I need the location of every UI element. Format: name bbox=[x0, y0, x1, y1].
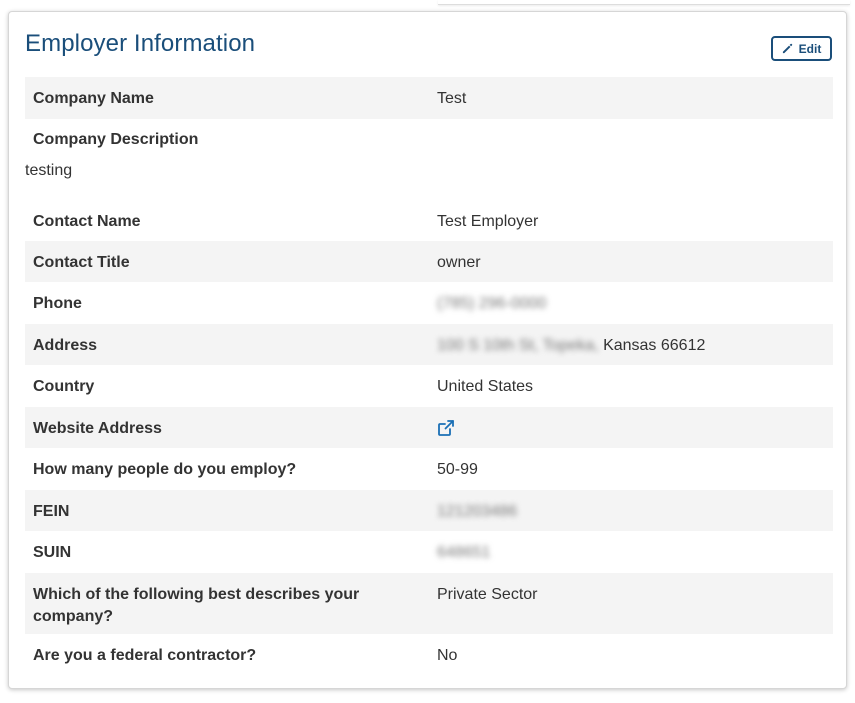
contact-name-label: Contact Name bbox=[33, 213, 141, 230]
address-label: Address bbox=[33, 337, 98, 354]
suin-value-cell: 648651 bbox=[437, 531, 833, 573]
employer-information-card: Employer Information Edit Company Name T… bbox=[8, 11, 847, 689]
sector-value: Private Sector bbox=[437, 586, 538, 603]
pencil-icon bbox=[782, 43, 793, 54]
federal-contractor-value: No bbox=[437, 647, 458, 664]
company-description-label: Company Description bbox=[33, 131, 199, 148]
contact-name-value: Test Employer bbox=[437, 213, 539, 230]
edit-button[interactable]: Edit bbox=[771, 36, 832, 61]
sector-label: Which of the following best describes yo… bbox=[33, 586, 360, 625]
fein-value: 121203486 bbox=[437, 503, 518, 520]
address-value-cell: 100 S 10th St, Topeka, Kansas 66612 bbox=[437, 324, 833, 365]
row-address: Address 100 S 10th St, Topeka, Kansas 66… bbox=[25, 324, 833, 365]
row-contact-name: Contact Name Test Employer bbox=[25, 200, 833, 241]
row-company-description: Company Description testing bbox=[25, 119, 833, 200]
row-sector: Which of the following best describes yo… bbox=[25, 573, 833, 634]
country-value: United States bbox=[437, 378, 534, 395]
row-contact-title: Contact Title owner bbox=[25, 241, 833, 282]
row-country: Country United States bbox=[25, 365, 833, 407]
employees-label: How many people do you employ? bbox=[33, 461, 297, 478]
row-suin: SUIN 648651 bbox=[25, 531, 833, 573]
row-website: Website Address bbox=[25, 407, 833, 448]
card-title: Employer Information bbox=[25, 30, 256, 57]
contact-title-label: Contact Title bbox=[33, 254, 130, 271]
phone-value-cell: (785) 296-0000 bbox=[437, 282, 833, 324]
address-state-zip: Kansas 66612 bbox=[603, 337, 706, 354]
website-label: Website Address bbox=[33, 420, 162, 437]
contact-title-value: owner bbox=[437, 254, 481, 271]
address-street-city: 100 S 10th St, Topeka, bbox=[437, 337, 599, 354]
company-name-value: Test bbox=[437, 90, 467, 107]
website-value-cell bbox=[437, 407, 833, 448]
edit-button-label: Edit bbox=[798, 41, 822, 56]
row-phone: Phone (785) 296-0000 bbox=[25, 282, 833, 324]
phone-label: Phone bbox=[33, 295, 82, 312]
employer-details: Company Name Test Company Description te… bbox=[25, 77, 833, 674]
company-name-label: Company Name bbox=[33, 90, 154, 107]
suin-value: 648651 bbox=[437, 544, 491, 561]
external-link-icon[interactable] bbox=[437, 419, 455, 437]
row-employees: How many people do you employ? 50-99 bbox=[25, 448, 833, 490]
suin-label: SUIN bbox=[33, 544, 72, 561]
adjacent-panel-edge bbox=[438, 0, 850, 5]
country-label: Country bbox=[33, 378, 95, 395]
fein-label: FEIN bbox=[33, 503, 70, 520]
row-company-name: Company Name Test bbox=[25, 77, 833, 119]
row-federal-contractor: Are you a federal contractor? No bbox=[25, 634, 833, 674]
fein-value-cell: 121203486 bbox=[437, 490, 833, 531]
employees-value: 50-99 bbox=[437, 461, 478, 478]
phone-value: (785) 296-0000 bbox=[437, 295, 547, 312]
federal-contractor-label: Are you a federal contractor? bbox=[33, 647, 257, 664]
row-fein: FEIN 121203486 bbox=[25, 490, 833, 531]
top-edge bbox=[0, 0, 855, 6]
company-description-value: testing bbox=[25, 162, 73, 179]
